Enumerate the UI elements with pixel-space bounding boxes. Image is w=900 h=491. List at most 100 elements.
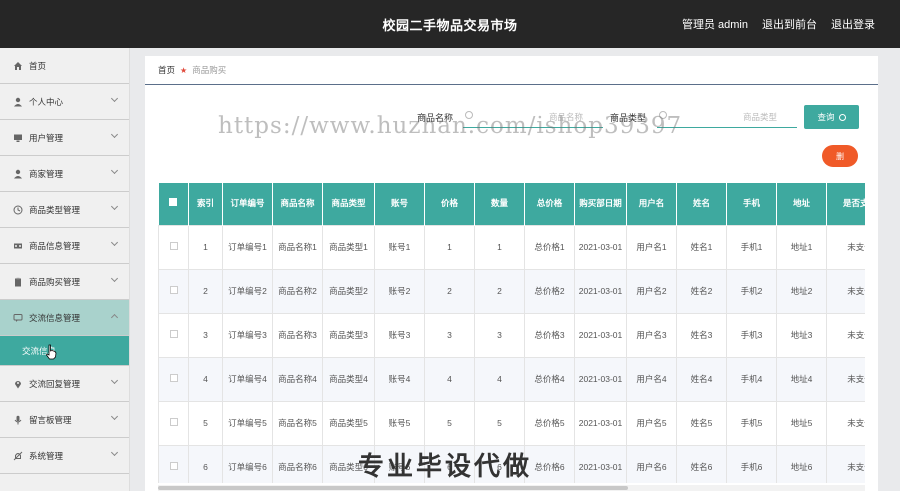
chevron-down-icon: [110, 94, 119, 103]
select-all-checkbox[interactable]: [169, 198, 178, 207]
sidebar-item-label: 商家管理: [29, 168, 64, 179]
row-checkbox[interactable]: [169, 329, 178, 338]
sidebar-item-personal-center[interactable]: 个人中心: [0, 84, 129, 120]
table-cell: 商品名称1: [272, 224, 323, 270]
sidebar-item-reply-management[interactable]: 交流回复管理: [0, 366, 129, 402]
sidebar-item-merchant-management[interactable]: 商家管理: [0, 156, 129, 192]
hand-pointer-icon: [46, 344, 57, 360]
row-select-cell[interactable]: [158, 444, 189, 483]
column-header[interactable]: 商品名称: [272, 183, 323, 225]
table-cell: 1: [474, 224, 525, 270]
back-to-front-link[interactable]: 退出到前台: [762, 16, 817, 32]
table-cell: 2021-03-01: [574, 268, 627, 314]
table-row[interactable]: 5 订单编号5 商品名称5 商品类型5 账号5 5 5 总价格5 2021-03-01 用户名5 姓…: [158, 400, 865, 446]
column-header[interactable]: 账号: [374, 183, 425, 225]
table-cell: 手机2: [726, 268, 777, 314]
table-cell: 订单编号2: [222, 268, 273, 314]
table-cell: 2: [474, 268, 525, 314]
table-cell: 账号2: [374, 268, 425, 314]
sidebar-item-user-management[interactable]: 用户管理: [0, 120, 129, 156]
sidebar-item-label: 交流信息管理: [29, 312, 81, 323]
column-header[interactable]: 价格: [424, 183, 475, 225]
table-cell: 未支付: [826, 356, 865, 402]
row-select-cell[interactable]: [158, 312, 189, 358]
table-row[interactable]: 2 订单编号2 商品名称2 商品类型2 账号2 2 2 总价格2 2021-03-01 用户名2 姓…: [158, 268, 865, 314]
sidebar-item-label: 交流回复管理: [29, 378, 81, 389]
table-cell: 用户名1: [626, 224, 677, 270]
table-cell: 订单编号6: [222, 444, 273, 483]
column-header[interactable]: 手机: [726, 183, 777, 225]
sidebar-item-label: 首页: [29, 60, 47, 71]
row-checkbox[interactable]: [169, 285, 178, 294]
query-button-label: 查询: [817, 112, 835, 122]
sidebar-subitem-communication-info[interactable]: 交流信息: [0, 336, 129, 366]
table-cell: 订单编号3: [222, 312, 273, 358]
row-checkbox[interactable]: [169, 461, 178, 470]
column-header[interactable]: 是否支付: [826, 183, 865, 225]
table-cell: 总价格2: [524, 268, 575, 314]
table-cell: 账号1: [374, 224, 425, 270]
chevron-down-icon: [110, 130, 119, 139]
row-select-cell[interactable]: [158, 268, 189, 314]
row-checkbox[interactable]: [169, 241, 178, 250]
column-header[interactable]: 购买部日期: [574, 183, 627, 225]
sidebar-item-communication-management[interactable]: 交流信息管理: [0, 300, 129, 336]
column-header[interactable]: 订单编号: [222, 183, 273, 225]
query-button[interactable]: 查询: [804, 105, 859, 129]
column-header[interactable]: 用户名: [626, 183, 677, 225]
product-type-placeholder: 商品类型: [742, 112, 777, 122]
column-header[interactable]: 商品类型: [322, 183, 375, 225]
delete-button[interactable]: 删: [822, 145, 858, 167]
table-cell: 4: [424, 356, 475, 402]
table-cell: 姓名5: [676, 400, 727, 446]
table-cell: 未支付: [826, 224, 865, 270]
column-header[interactable]: 地址: [776, 183, 827, 225]
sidebar-item-system-management[interactable]: 系统管理: [0, 438, 129, 474]
sidebar-item-purchase-management[interactable]: 商品购买管理: [0, 264, 129, 300]
column-header[interactable]: 总价格: [524, 183, 575, 225]
table-cell: 未支付: [826, 444, 865, 483]
sidebar-item-product-type-management[interactable]: 商品类型管理: [0, 192, 129, 228]
sidebar-item-product-info-management[interactable]: 商品信息管理: [0, 228, 129, 264]
admin-user-link[interactable]: 管理员 admin: [682, 16, 748, 32]
table-cell: 订单编号4: [222, 356, 273, 402]
row-checkbox[interactable]: [169, 373, 178, 382]
header-links: 管理员 admin 退出到前台 退出登录: [682, 16, 875, 32]
column-header[interactable]: 姓名: [676, 183, 727, 225]
table-cell: 6: [188, 444, 223, 483]
scrollbar-thumb[interactable]: [158, 486, 628, 490]
table-cell: 账号3: [374, 312, 425, 358]
table-row[interactable]: 3 订单编号3 商品名称3 商品类型3 账号3 3 3 总价格3 2021-03-01 用户名3 姓…: [158, 312, 865, 358]
row-select-cell[interactable]: [158, 224, 189, 270]
logout-link[interactable]: 退出登录: [831, 16, 875, 32]
table-cell: 2021-03-01: [574, 312, 627, 358]
column-header[interactable]: 数量: [474, 183, 525, 225]
table-cell: 2021-03-01: [574, 444, 627, 483]
table-cell: 2021-03-01: [574, 224, 627, 270]
breadcrumb: 首页 ★ 商品购买: [145, 56, 878, 85]
purchase-table-wrapper: 索引 订单编号 商品名称 商品类型 账号 价格 数量 总价格 购买部日期 用户名…: [158, 183, 865, 483]
table-cell: 2: [188, 268, 223, 314]
table-cell: 未支付: [826, 268, 865, 314]
sidebar: 首页 个人中心 用户管理 商家管理 商品类型管理 商品信息管理 商品购买管理 交…: [0, 48, 130, 491]
delete-button-label: 删: [836, 151, 844, 161]
sidebar-item-message-board-management[interactable]: 留言板管理: [0, 402, 129, 438]
sidebar-item-home[interactable]: 首页: [0, 48, 129, 84]
table-cell: 手机3: [726, 312, 777, 358]
search-icon: [838, 113, 846, 121]
table-row[interactable]: 1 订单编号1 商品名称1 商品类型1 账号1 1 1 总价格1 2021-03-01 用户名1 姓…: [158, 224, 865, 270]
table-cell: 商品名称6: [272, 444, 323, 483]
table-cell: 姓名6: [676, 444, 727, 483]
horizontal-scrollbar[interactable]: [158, 485, 865, 491]
row-select-cell[interactable]: [158, 400, 189, 446]
monitor-icon: [12, 132, 24, 144]
row-select-cell[interactable]: [158, 356, 189, 402]
column-header[interactable]: 索引: [188, 183, 223, 225]
chevron-down-icon: [110, 448, 119, 457]
select-all-header[interactable]: [158, 183, 189, 225]
table-row[interactable]: 4 订单编号4 商品名称4 商品类型4 账号4 4 4 总价格4 2021-03-01 用户名4 姓…: [158, 356, 865, 402]
microphone-icon: [12, 414, 24, 426]
table-cell: 未支付: [826, 312, 865, 358]
row-checkbox[interactable]: [169, 417, 178, 426]
breadcrumb-home[interactable]: 首页: [158, 64, 175, 76]
